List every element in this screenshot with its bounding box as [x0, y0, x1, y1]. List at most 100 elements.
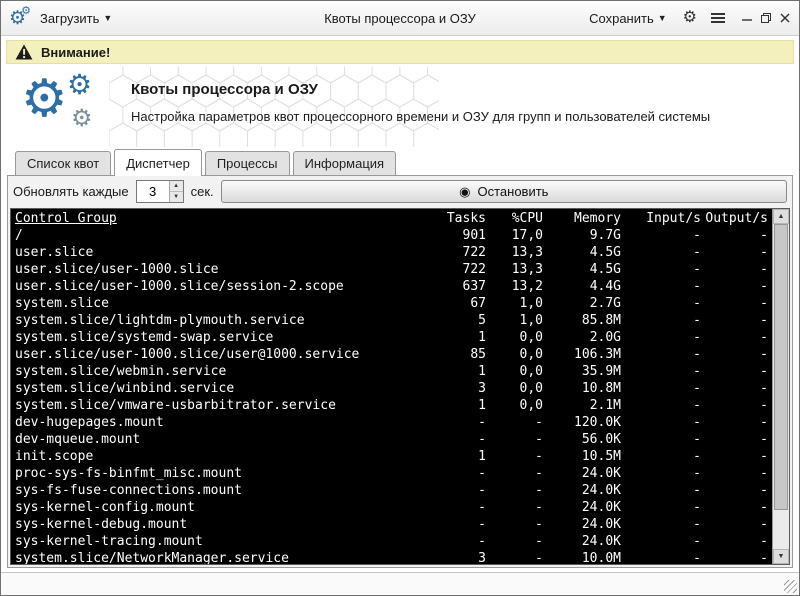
- terminal-container: Control Group Tasks %CPU Memory Input/s …: [10, 208, 790, 565]
- output-value: -: [701, 533, 768, 550]
- save-menu-button[interactable]: Сохранить ▼: [585, 8, 671, 29]
- output-value: -: [701, 414, 768, 431]
- interval-input[interactable]: [137, 181, 169, 202]
- output-value: -: [701, 380, 768, 397]
- input-value: -: [621, 448, 701, 465]
- scrollbar-track[interactable]: [773, 224, 789, 549]
- output-value: -: [701, 465, 768, 482]
- input-value: -: [621, 482, 701, 499]
- terminal-row: system.slice/vmware-usbarbitrator.servic…: [15, 397, 768, 414]
- cpu-value: 0,0: [486, 397, 543, 414]
- output-value: -: [701, 397, 768, 414]
- output-value: -: [701, 499, 768, 516]
- tasks-value: 3: [420, 380, 486, 397]
- terminal-row: system.slice/NetworkManager.service3-10.…: [15, 550, 768, 564]
- minimize-icon[interactable]: [741, 12, 753, 24]
- refresh-interval-label: Обновлять каждые: [13, 184, 129, 199]
- scroll-up-icon[interactable]: ▲: [773, 209, 789, 224]
- output-value: -: [701, 295, 768, 312]
- cpu-value: 0,0: [486, 363, 543, 380]
- vertical-scrollbar[interactable]: ▲ ▼: [772, 209, 789, 564]
- cgroup-name: dev-hugepages.mount: [15, 414, 420, 431]
- page-title: Квоты процессора и ОЗУ: [131, 81, 779, 98]
- memory-value: 106.3M: [543, 346, 621, 363]
- cgroup-name: user.slice/user-1000.slice/session-2.sco…: [15, 278, 420, 295]
- tasks-value: 1: [420, 448, 486, 465]
- status-bar: [1, 572, 799, 595]
- cgroup-name: system.slice/lightdm-plymouth.service: [15, 312, 420, 329]
- input-value: -: [621, 244, 701, 261]
- output-value: -: [701, 448, 768, 465]
- cpu-value: -: [486, 499, 543, 516]
- memory-value: 10.5M: [543, 448, 621, 465]
- terminal-row: init.scope1-10.5M--: [15, 448, 768, 465]
- restore-icon[interactable]: [760, 12, 772, 24]
- titlebar: Квоты процессора и ОЗУ ⚙⚙ Загрузить ▼ Со…: [1, 1, 799, 36]
- cgroup-name: system.slice/systemd-swap.service: [15, 329, 420, 346]
- memory-value: 4.5G: [543, 244, 621, 261]
- input-value: -: [621, 465, 701, 482]
- scroll-down-icon[interactable]: ▼: [773, 549, 789, 564]
- terminal-row: /90117,09.7G--: [15, 227, 768, 244]
- cpu-value: 13,3: [486, 261, 543, 278]
- cgroup-name: system.slice/webmin.service: [15, 363, 420, 380]
- cpu-value: -: [486, 448, 543, 465]
- cpu-value: 17,0: [486, 227, 543, 244]
- tab-bar: Список квот Диспетчер Процессы Информаци…: [1, 147, 799, 175]
- memory-value: 24.0K: [543, 482, 621, 499]
- memory-value: 120.0K: [543, 414, 621, 431]
- cpu-value: 0,0: [486, 380, 543, 397]
- input-value: -: [621, 363, 701, 380]
- output-value: -: [701, 312, 768, 329]
- cpu-value: 1,0: [486, 295, 543, 312]
- terminal-row: user.slice/user-1000.slice/session-2.sco…: [15, 278, 768, 295]
- refresh-controls: Обновлять каждые ▲ ▼ сек. ◉ Остановить: [8, 176, 792, 207]
- scrollbar-thumb[interactable]: [774, 224, 788, 510]
- input-value: -: [621, 329, 701, 346]
- save-menu-label: Сохранить: [589, 11, 654, 26]
- cgroup-name: system.slice/NetworkManager.service: [15, 550, 420, 564]
- tasks-value: -: [420, 431, 486, 448]
- col-memory: Memory: [543, 210, 621, 227]
- terminal-output: Control Group Tasks %CPU Memory Input/s …: [11, 209, 772, 564]
- tasks-value: 901: [420, 227, 486, 244]
- spinner-up-icon[interactable]: ▲: [170, 181, 183, 192]
- page-subtitle: Настройка параметров квот процессорного …: [131, 109, 779, 124]
- memory-value: 24.0K: [543, 499, 621, 516]
- output-value: -: [701, 227, 768, 244]
- terminal-body: /90117,09.7G--user.slice72213,34.5G--use…: [15, 227, 768, 564]
- memory-value: 24.0K: [543, 533, 621, 550]
- cgroup-name: sys-kernel-config.mount: [15, 499, 420, 516]
- app-logo-gears: ⚙ ⚙ ⚙: [21, 71, 117, 143]
- tasks-value: 67: [420, 295, 486, 312]
- input-value: -: [621, 261, 701, 278]
- input-value: -: [621, 227, 701, 244]
- page-header: ⚙ ⚙ ⚙ Квоты процессора и ОЗУ Настройка п…: [1, 67, 799, 147]
- tasks-value: -: [420, 465, 486, 482]
- tab-information[interactable]: Информация: [293, 151, 397, 175]
- cgroup-name: system.slice/vmware-usbarbitrator.servic…: [15, 397, 420, 414]
- input-value: -: [621, 380, 701, 397]
- resize-grip[interactable]: [784, 580, 797, 593]
- stop-button-label: Остановить: [478, 184, 549, 199]
- load-menu-button[interactable]: Загрузить ▼: [36, 8, 116, 29]
- tab-dispatcher[interactable]: Диспетчер: [114, 149, 202, 176]
- tasks-value: -: [420, 516, 486, 533]
- output-value: -: [701, 431, 768, 448]
- tab-processes[interactable]: Процессы: [205, 151, 290, 175]
- memory-value: 56.0K: [543, 431, 621, 448]
- spinner-down-icon[interactable]: ▼: [170, 192, 183, 202]
- cpu-value: -: [486, 465, 543, 482]
- settings-gear-icon[interactable]: ⚙: [681, 8, 699, 28]
- dispatcher-panel: Обновлять каждые ▲ ▼ сек. ◉ Остановить C…: [7, 175, 793, 568]
- close-icon[interactable]: [779, 12, 791, 24]
- header-text: Квоты процессора и ОЗУ Настройка парамет…: [131, 81, 779, 124]
- hamburger-menu-icon[interactable]: [709, 11, 727, 25]
- memory-value: 85.8M: [543, 312, 621, 329]
- memory-value: 2.0G: [543, 329, 621, 346]
- tab-quota-list[interactable]: Список квот: [15, 151, 111, 175]
- tasks-value: 1: [420, 329, 486, 346]
- stop-button[interactable]: ◉ Остановить: [221, 180, 787, 203]
- tasks-value: 85: [420, 346, 486, 363]
- cgroup-name: sys-fs-fuse-connections.mount: [15, 482, 420, 499]
